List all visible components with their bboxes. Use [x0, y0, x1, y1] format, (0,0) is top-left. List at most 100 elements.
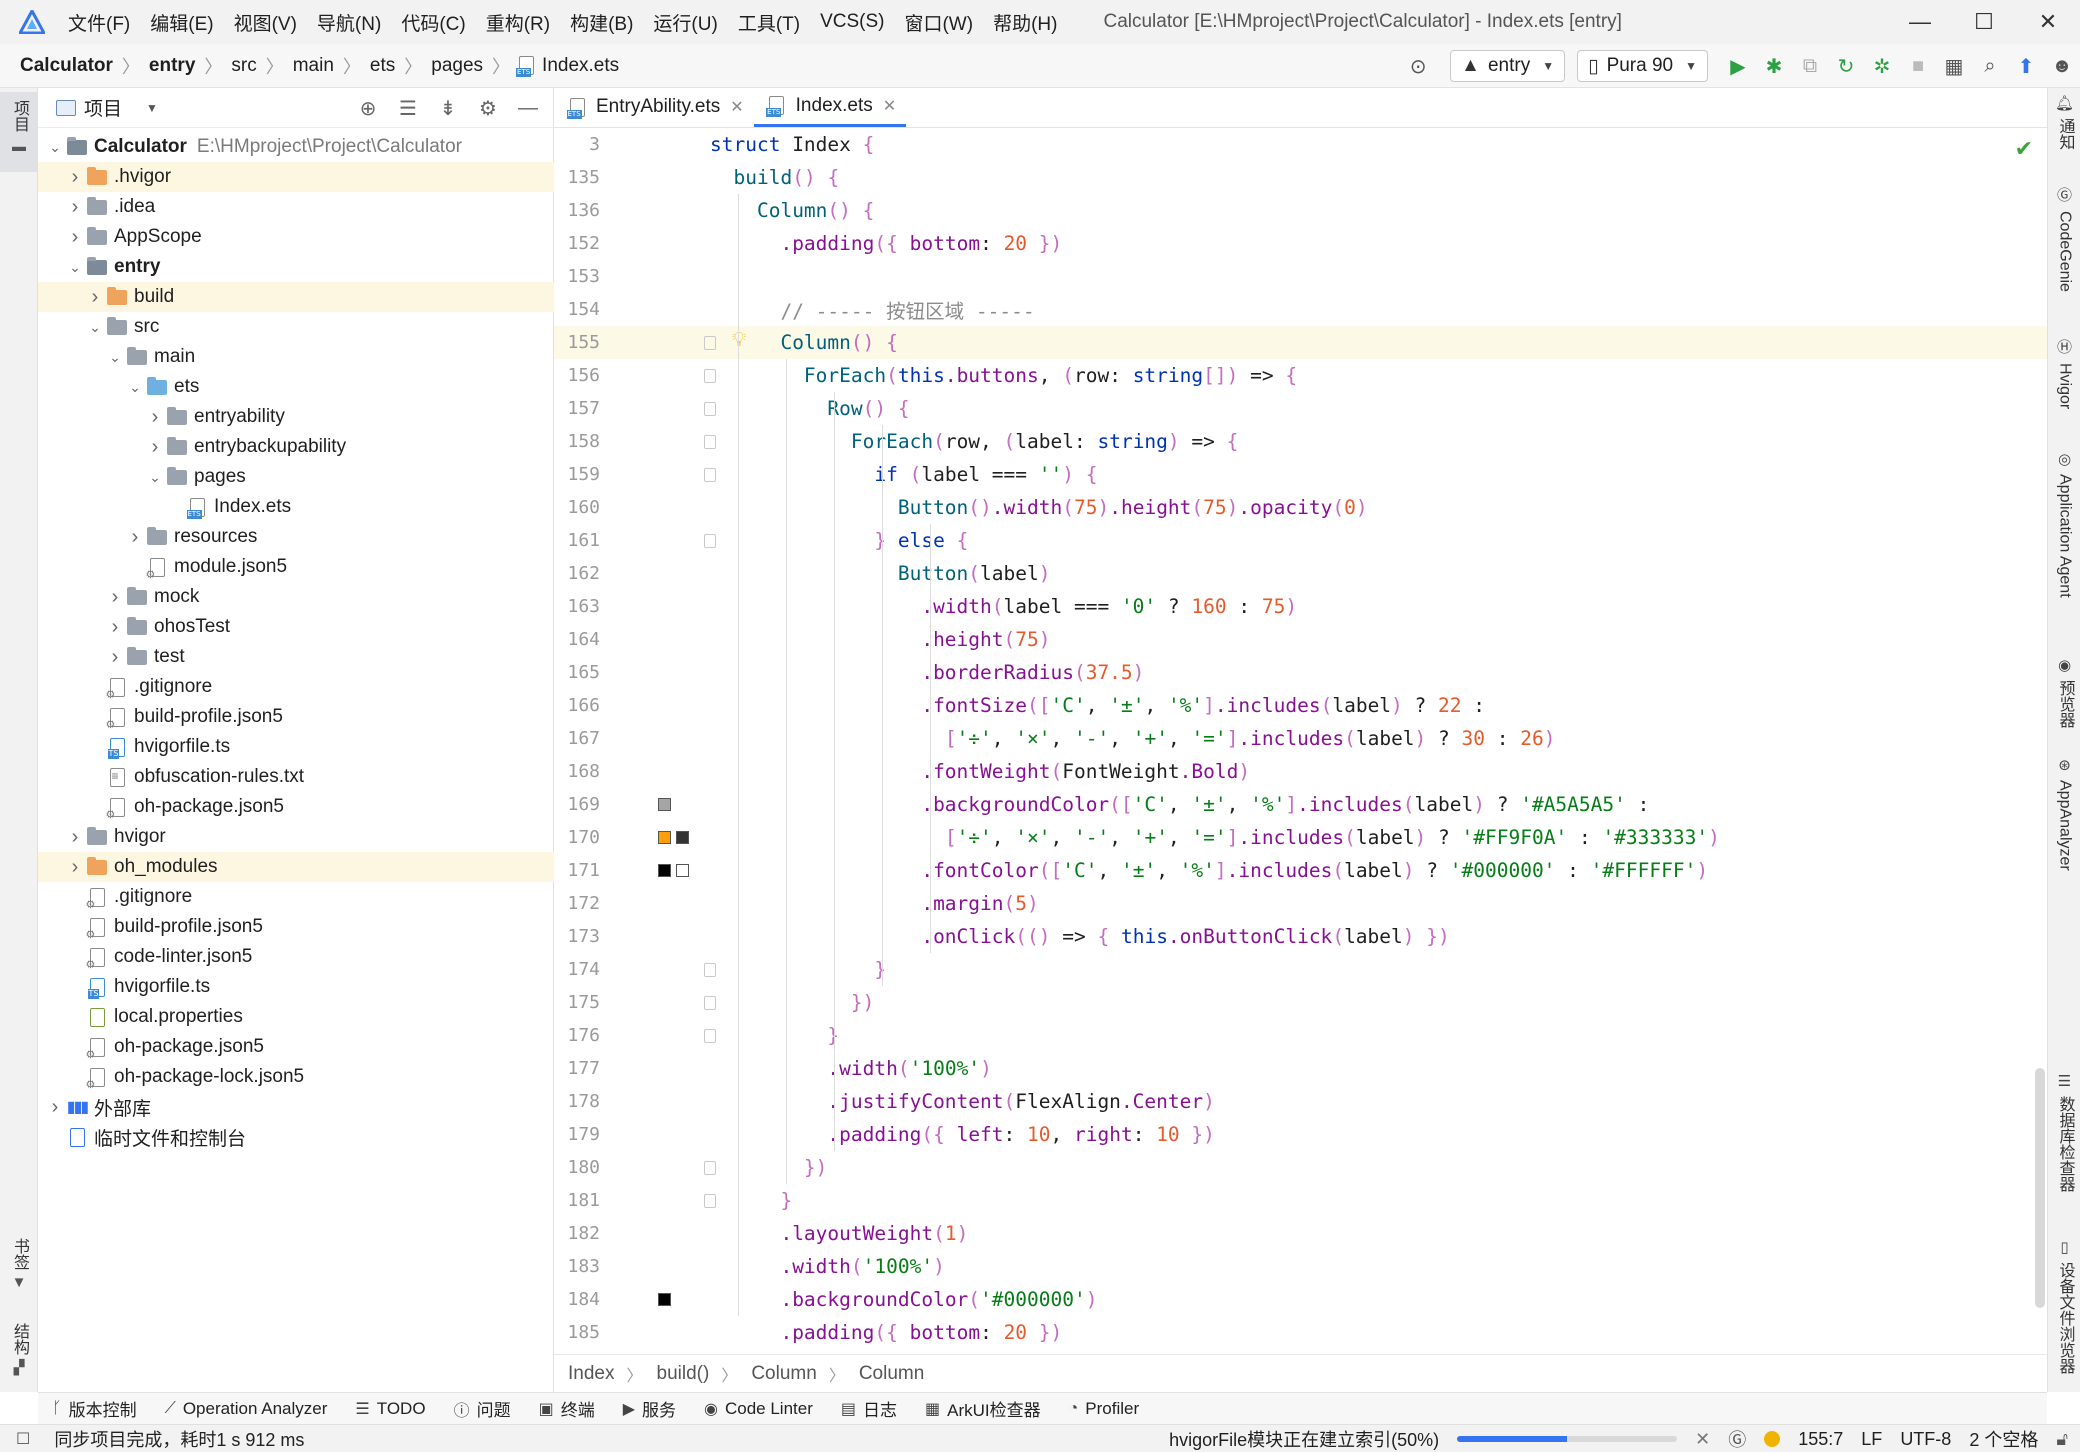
- code-line[interactable]: 152 .padding({ bottom: 20 }): [554, 227, 2047, 260]
- tab-index[interactable]: Index.ets ✕: [753, 87, 907, 127]
- fold-marker-icon[interactable]: [704, 435, 716, 449]
- tree-item[interactable]: ⌄ src: [38, 312, 554, 342]
- code-crumb[interactable]: Index: [568, 1363, 614, 1385]
- chevron-right-icon[interactable]: ›: [44, 1096, 66, 1119]
- tree-item[interactable]: ⌄ ets: [38, 372, 554, 402]
- chevron-down-icon[interactable]: ⌄: [124, 379, 146, 396]
- code-line[interactable]: 157 Row() {: [554, 392, 2047, 425]
- color-swatch-icon[interactable]: [658, 1293, 671, 1306]
- chevron-down-icon[interactable]: ⌄: [144, 469, 166, 486]
- caret-position[interactable]: 155:7: [1798, 1429, 1843, 1450]
- tree-item[interactable]: › build: [38, 282, 554, 312]
- code-line[interactable]: 160 Button().width(75).height(75).opacit…: [554, 491, 2047, 524]
- device-select[interactable]: ▯ Pura 90 ▼: [1577, 50, 1708, 82]
- tree-item[interactable]: ⌄ entry: [38, 252, 554, 282]
- tree-item[interactable]: › test: [38, 642, 554, 672]
- codegenie-icon[interactable]: Ⓖ: [1728, 1426, 1746, 1452]
- code-line[interactable]: 162 Button(label): [554, 557, 2047, 590]
- code-line[interactable]: 136 Column() {: [554, 194, 2047, 227]
- tree-item[interactable]: code-linter.json5: [38, 942, 554, 972]
- maximize-button[interactable]: ☐: [1952, 0, 2016, 44]
- fold-marker-icon[interactable]: [704, 996, 716, 1010]
- target-icon[interactable]: ⊙: [1400, 48, 1436, 84]
- file-encoding[interactable]: UTF-8: [1900, 1429, 1951, 1450]
- crumb-pages[interactable]: pages: [431, 55, 483, 77]
- color-swatch-icon[interactable]: [658, 798, 671, 811]
- code-line[interactable]: 175 }): [554, 986, 2047, 1019]
- minimize-button[interactable]: —: [1888, 0, 1952, 44]
- code-line[interactable]: 174 }: [554, 953, 2047, 986]
- code-line[interactable]: 177 .width('100%'): [554, 1052, 2047, 1085]
- tree-item[interactable]: oh-package.json5: [38, 792, 554, 822]
- menu-file[interactable]: 文件(F): [68, 9, 130, 36]
- chevron-right-icon[interactable]: ›: [64, 856, 86, 879]
- tree-item[interactable]: Index.ets: [38, 492, 554, 522]
- tree-item[interactable]: ⌄ main: [38, 342, 554, 372]
- close-button[interactable]: ✕: [2016, 0, 2080, 44]
- fold-marker-icon[interactable]: [704, 534, 716, 548]
- right-tool-database[interactable]: ☰ 数据库检查器: [2048, 1072, 2080, 1192]
- editor-scrollbar[interactable]: [2035, 1068, 2045, 1308]
- color-swatch-icon[interactable]: [676, 831, 689, 844]
- color-swatch-icon[interactable]: [658, 864, 671, 877]
- tree-item[interactable]: › .hvigor: [38, 162, 554, 192]
- fold-marker-icon[interactable]: [704, 468, 716, 482]
- fold-marker-icon[interactable]: [704, 402, 716, 416]
- hide-icon[interactable]: —: [508, 97, 548, 120]
- color-swatch-icon[interactable]: [676, 864, 689, 877]
- code-line[interactable]: 156 ForEach(this.buttons, (row: string[]…: [554, 359, 2047, 392]
- module-select[interactable]: ▲ entry ▼: [1450, 50, 1566, 82]
- code-line[interactable]: 165 .borderRadius(37.5): [554, 656, 2047, 689]
- right-tool-eye[interactable]: ◉ 预览器: [2048, 656, 2080, 728]
- code-line[interactable]: 135 build() {: [554, 161, 2047, 194]
- intention-bulb-icon[interactable]: 💡︎: [732, 329, 746, 352]
- menu-vcs[interactable]: VCS(S): [820, 11, 884, 33]
- fold-marker-icon[interactable]: [704, 336, 716, 350]
- project-panel-title[interactable]: 项目: [84, 94, 122, 121]
- menu-window[interactable]: 窗口(W): [904, 9, 973, 36]
- color-swatch-icon[interactable]: [658, 831, 671, 844]
- tree-item[interactable]: › oh_modules: [38, 852, 554, 882]
- chevron-right-icon[interactable]: ›: [124, 526, 146, 549]
- tree-item[interactable]: obfuscation-rules.txt: [38, 762, 554, 792]
- tool-window-analyzer[interactable]: ⟋ Operation Analyzer: [165, 1399, 328, 1419]
- right-tool-bell[interactable]: 🔔︎ 通知: [2048, 94, 2080, 150]
- menu-view[interactable]: 视图(V): [234, 9, 297, 36]
- tool-window-todo[interactable]: ☰ TODO: [355, 1399, 425, 1419]
- project-tool-button[interactable]: 项目 ▬: [0, 92, 38, 172]
- code-area[interactable]: 3 struct Index {135 build() {136 Column()…: [554, 128, 2047, 1354]
- apply-changes-icon[interactable]: ↻: [1828, 48, 1864, 84]
- menu-code[interactable]: 代码(C): [401, 9, 465, 36]
- code-line[interactable]: 170 ['÷', '×', '-', '+', '='].includes(l…: [554, 821, 2047, 854]
- chevron-right-icon[interactable]: ›: [64, 166, 86, 189]
- tool-window-linter[interactable]: ◉ Code Linter: [704, 1399, 813, 1419]
- tree-item[interactable]: module.json5: [38, 552, 554, 582]
- right-tool-codegenie[interactable]: Ⓖ CodeGenie: [2048, 184, 2080, 292]
- code-line[interactable]: 159 if (label === '') {: [554, 458, 2047, 491]
- tree-item[interactable]: hvigorfile.ts: [38, 972, 554, 1002]
- tree-item[interactable]: .gitignore: [38, 882, 554, 912]
- tree-item[interactable]: local.properties: [38, 1002, 554, 1032]
- stop-icon[interactable]: ■: [1900, 48, 1936, 84]
- indexing-status[interactable]: hvigorFile模块正在建立索引(50%): [1169, 1426, 1439, 1452]
- code-line[interactable]: 153: [554, 260, 2047, 293]
- code-crumb[interactable]: Column: [751, 1363, 816, 1385]
- tree-item[interactable]: › entrybackupability: [38, 432, 554, 462]
- code-line[interactable]: 183 .width('100%'): [554, 1250, 2047, 1283]
- code-line[interactable]: 158 ForEach(row, (label: string) => {: [554, 425, 2047, 458]
- code-line[interactable]: 3 struct Index {: [554, 128, 2047, 161]
- code-crumb[interactable]: build(): [657, 1363, 710, 1385]
- tool-window-services[interactable]: ▶ 服务: [623, 1396, 676, 1421]
- tab-entryability[interactable]: EntryAbility.ets ✕: [554, 87, 754, 127]
- menu-navigate[interactable]: 导航(N): [317, 9, 381, 36]
- tree-item[interactable]: › mock: [38, 582, 554, 612]
- tree-item[interactable]: › resources: [38, 522, 554, 552]
- code-line[interactable]: 181 }: [554, 1184, 2047, 1217]
- code-line[interactable]: 171 .fontColor(['C', '±', '%'].includes(…: [554, 854, 2047, 887]
- update-icon[interactable]: ⬆: [2008, 48, 2044, 84]
- chevron-right-icon[interactable]: ›: [84, 286, 106, 309]
- chevron-right-icon[interactable]: ›: [104, 586, 126, 609]
- tree-item[interactable]: ⌄ Calculator E:\HMproject\Project\Calculat…: [38, 132, 554, 162]
- tree-item[interactable]: hvigorfile.ts: [38, 732, 554, 762]
- menu-help[interactable]: 帮助(H): [993, 9, 1057, 36]
